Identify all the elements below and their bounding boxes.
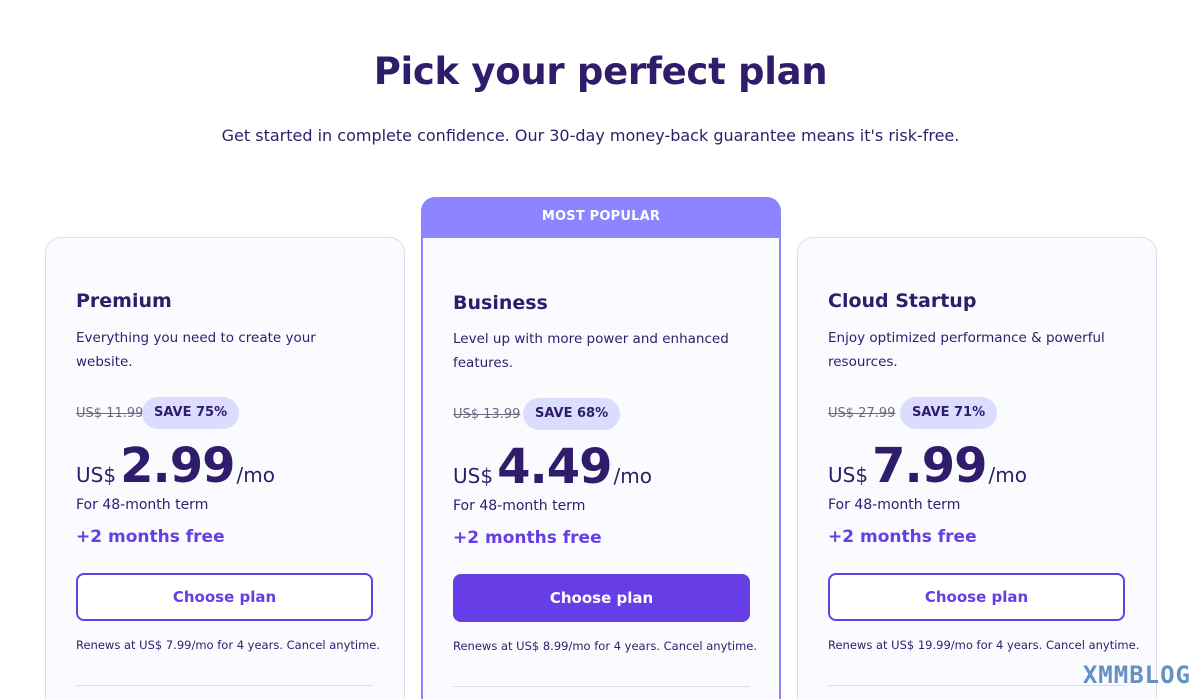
- plan-card-business: Business Level up with more power and en…: [421, 238, 781, 699]
- choose-plan-button-cloud-startup[interactable]: Choose plan: [828, 573, 1125, 621]
- page-title: Pick your perfect plan: [373, 50, 828, 93]
- price-period: /mo: [236, 463, 275, 487]
- choose-plan-button-business[interactable]: Choose plan: [453, 574, 750, 622]
- price-amount: 2.99: [120, 438, 235, 494]
- page-subtitle: Get started in complete confidence. Our …: [221, 126, 960, 145]
- plan-description: Everything you need to create your websi…: [76, 330, 316, 370]
- plan-description: Level up with more power and enhanced fe…: [453, 331, 729, 371]
- price: US$ 7.99 /mo: [828, 438, 1027, 494]
- bonus-text: +2 months free: [453, 528, 602, 548]
- plan-description: Enjoy optimized performance & powerful r…: [828, 330, 1105, 370]
- divider: [453, 686, 750, 687]
- watermark-logo: XMMBLOG: [1082, 661, 1191, 689]
- plan-card-premium: Premium Everything you need to create yo…: [45, 237, 405, 699]
- term-text: For 48-month term: [828, 497, 961, 513]
- price-currency: US$: [76, 463, 117, 487]
- most-popular-banner: MOST POPULAR: [421, 197, 781, 239]
- price-amount: 4.49: [497, 439, 612, 495]
- price-period: /mo: [988, 463, 1027, 487]
- divider: [828, 685, 1125, 686]
- price: US$ 4.49 /mo: [453, 439, 652, 495]
- renewal-note: Renews at US$ 8.99/mo for 4 years. Cance…: [453, 639, 758, 653]
- term-text: For 48-month term: [453, 498, 586, 514]
- renewal-note: Renews at US$ 19.99/mo for 4 years. Canc…: [828, 638, 1140, 652]
- plan-name: Premium: [76, 290, 172, 312]
- price-currency: US$: [828, 463, 869, 487]
- price: US$ 2.99 /mo: [76, 438, 275, 494]
- term-text: For 48-month term: [76, 497, 209, 513]
- divider: [76, 685, 373, 686]
- renewal-note: Renews at US$ 7.99/mo for 4 years. Cance…: [76, 638, 381, 652]
- plan-card-cloud-startup: Cloud Startup Enjoy optimized performanc…: [797, 237, 1157, 699]
- original-price: US$ 11.99: [76, 406, 144, 421]
- price-period: /mo: [613, 464, 652, 488]
- price-amount: 7.99: [872, 438, 987, 494]
- original-price: US$ 13.99: [453, 407, 521, 422]
- save-badge: SAVE 75%: [142, 397, 240, 429]
- plan-name: Business: [453, 292, 548, 314]
- bonus-text: +2 months free: [828, 527, 977, 547]
- save-badge: SAVE 71%: [900, 397, 998, 429]
- save-badge: SAVE 68%: [523, 398, 621, 430]
- price-currency: US$: [453, 464, 494, 488]
- choose-plan-button-premium[interactable]: Choose plan: [76, 573, 373, 621]
- plan-name: Cloud Startup: [828, 290, 977, 312]
- original-price: US$ 27.99: [828, 406, 896, 421]
- bonus-text: +2 months free: [76, 527, 225, 547]
